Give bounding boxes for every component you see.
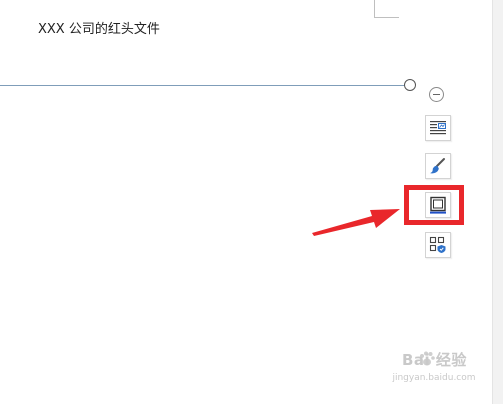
annotation-highlight-box bbox=[404, 185, 464, 225]
page-corner-mark bbox=[374, 0, 399, 18]
scrollbar-track[interactable] bbox=[492, 0, 503, 404]
brush-style-icon bbox=[430, 158, 445, 174]
line-end-handle[interactable] bbox=[404, 79, 416, 91]
shape-style-button[interactable] bbox=[425, 153, 451, 179]
document-canvas: XXX 公司的红头文件 Bai 经验 jingyan.baidu.com bbox=[0, 0, 503, 404]
watermark-url: jingyan.baidu.com bbox=[392, 373, 476, 383]
more-options-button[interactable] bbox=[425, 232, 451, 258]
more-options-icon bbox=[429, 236, 446, 253]
collapse-toolbar-button[interactable] bbox=[429, 87, 444, 102]
watermark-brand: Bai 经验 bbox=[402, 351, 467, 369]
selected-line-shape[interactable] bbox=[0, 85, 405, 86]
document-title-text[interactable]: XXX 公司的红头文件 bbox=[38, 18, 160, 37]
layout-options-icon bbox=[430, 121, 446, 135]
watermark: Bai 经验 jingyan.baidu.com bbox=[384, 349, 484, 385]
annotation-arrow-icon bbox=[312, 209, 400, 236]
layout-options-button[interactable] bbox=[425, 115, 451, 141]
